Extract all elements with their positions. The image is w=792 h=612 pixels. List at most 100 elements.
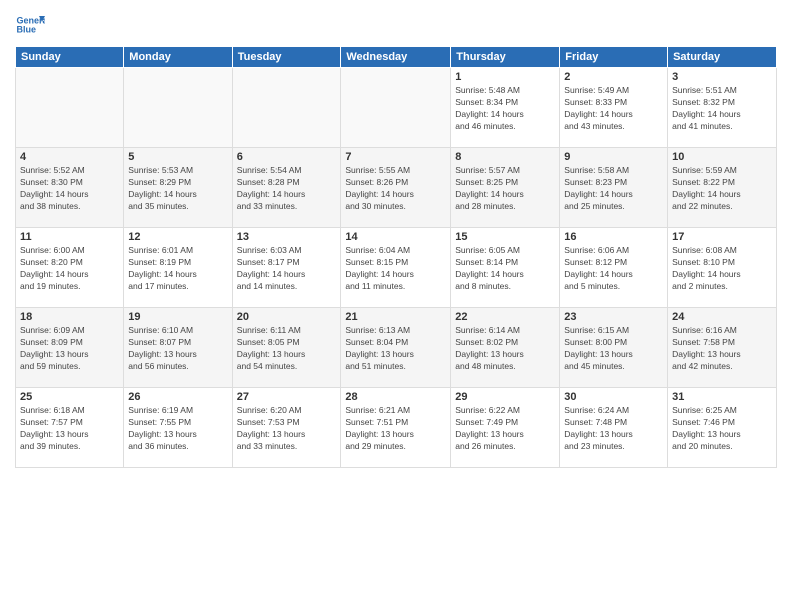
day-info: Sunrise: 6:08 AMSunset: 8:10 PMDaylight:…	[672, 245, 772, 293]
day-info: Sunrise: 6:20 AMSunset: 7:53 PMDaylight:…	[237, 405, 337, 453]
calendar-cell: 23 Sunrise: 6:15 AMSunset: 8:00 PMDayligh…	[560, 308, 668, 388]
day-number: 19	[128, 311, 227, 323]
calendar-week-row: 18 Sunrise: 6:09 AMSunset: 8:09 PMDayligh…	[16, 308, 777, 388]
day-info: Sunrise: 5:49 AMSunset: 8:33 PMDaylight:…	[564, 85, 663, 133]
calendar-cell: 16 Sunrise: 6:06 AMSunset: 8:12 PMDayligh…	[560, 228, 668, 308]
day-number: 14	[345, 231, 446, 243]
day-number: 28	[345, 391, 446, 403]
day-number: 18	[20, 311, 119, 323]
day-info: Sunrise: 6:16 AMSunset: 7:58 PMDaylight:…	[672, 325, 772, 373]
day-info: Sunrise: 6:09 AMSunset: 8:09 PMDaylight:…	[20, 325, 119, 373]
calendar-header-row: SundayMondayTuesdayWednesdayThursdayFrid…	[16, 47, 777, 68]
day-info: Sunrise: 5:53 AMSunset: 8:29 PMDaylight:…	[128, 165, 227, 213]
page: General Blue SundayMondayTuesdayWednesda…	[0, 0, 792, 612]
day-number: 6	[237, 151, 337, 163]
day-number: 2	[564, 71, 663, 83]
calendar-cell: 28 Sunrise: 6:21 AMSunset: 7:51 PMDayligh…	[341, 388, 451, 468]
day-info: Sunrise: 6:10 AMSunset: 8:07 PMDaylight:…	[128, 325, 227, 373]
calendar-cell: 22Sunrise: 6:14 AMSunset: 8:02 PMDayligh…	[451, 308, 560, 388]
day-number: 24	[672, 311, 772, 323]
calendar-cell	[232, 68, 341, 148]
calendar-cell: 11 Sunrise: 6:00 AMSunset: 8:20 PMDayligh…	[16, 228, 124, 308]
calendar-cell: 1 Sunrise: 5:48 AMSunset: 8:34 PMDaylight…	[451, 68, 560, 148]
calendar-cell: 27 Sunrise: 6:20 AMSunset: 7:53 PMDayligh…	[232, 388, 341, 468]
day-number: 11	[20, 231, 119, 243]
calendar-cell: 17 Sunrise: 6:08 AMSunset: 8:10 PMDayligh…	[668, 228, 777, 308]
day-number: 16	[564, 231, 663, 243]
calendar-header-saturday: Saturday	[668, 47, 777, 68]
calendar-cell: 19 Sunrise: 6:10 AMSunset: 8:07 PMDayligh…	[124, 308, 232, 388]
day-number: 10	[672, 151, 772, 163]
calendar-week-row: 4Sunrise: 5:52 AMSunset: 8:30 PMDaylight…	[16, 148, 777, 228]
calendar-cell: 3 Sunrise: 5:51 AMSunset: 8:32 PMDaylight…	[668, 68, 777, 148]
calendar-cell: 31 Sunrise: 6:25 AMSunset: 7:46 PMDayligh…	[668, 388, 777, 468]
calendar-cell: 4Sunrise: 5:52 AMSunset: 8:30 PMDaylight…	[16, 148, 124, 228]
calendar-header-thursday: Thursday	[451, 47, 560, 68]
calendar-cell: 9 Sunrise: 5:58 AMSunset: 8:23 PMDaylight…	[560, 148, 668, 228]
day-number: 13	[237, 231, 337, 243]
day-info: Sunrise: 6:06 AMSunset: 8:12 PMDaylight:…	[564, 245, 663, 293]
day-number: 9	[564, 151, 663, 163]
day-number: 15	[455, 231, 555, 243]
day-number: 30	[564, 391, 663, 403]
calendar-cell: 7Sunrise: 5:55 AMSunset: 8:26 PMDaylight…	[341, 148, 451, 228]
calendar-header-tuesday: Tuesday	[232, 47, 341, 68]
calendar-cell: 21Sunrise: 6:13 AMSunset: 8:04 PMDayligh…	[341, 308, 451, 388]
day-number: 22	[455, 311, 555, 323]
calendar-cell: 2 Sunrise: 5:49 AMSunset: 8:33 PMDaylight…	[560, 68, 668, 148]
day-info: Sunrise: 6:11 AMSunset: 8:05 PMDaylight:…	[237, 325, 337, 373]
calendar-week-row: 11 Sunrise: 6:00 AMSunset: 8:20 PMDayligh…	[16, 228, 777, 308]
calendar-week-row: 1 Sunrise: 5:48 AMSunset: 8:34 PMDaylight…	[16, 68, 777, 148]
day-number: 27	[237, 391, 337, 403]
calendar-cell: 24 Sunrise: 6:16 AMSunset: 7:58 PMDayligh…	[668, 308, 777, 388]
calendar-cell: 14 Sunrise: 6:04 AMSunset: 8:15 PMDayligh…	[341, 228, 451, 308]
day-info: Sunrise: 5:48 AMSunset: 8:34 PMDaylight:…	[455, 85, 555, 133]
day-number: 23	[564, 311, 663, 323]
day-info: Sunrise: 6:24 AMSunset: 7:48 PMDaylight:…	[564, 405, 663, 453]
calendar-cell: 5 Sunrise: 5:53 AMSunset: 8:29 PMDaylight…	[124, 148, 232, 228]
day-info: Sunrise: 6:22 AMSunset: 7:49 PMDaylight:…	[455, 405, 555, 453]
day-number: 3	[672, 71, 772, 83]
day-info: Sunrise: 5:59 AMSunset: 8:22 PMDaylight:…	[672, 165, 772, 213]
day-info: Sunrise: 5:51 AMSunset: 8:32 PMDaylight:…	[672, 85, 772, 133]
day-number: 1	[455, 71, 555, 83]
day-info: Sunrise: 6:00 AMSunset: 8:20 PMDaylight:…	[20, 245, 119, 293]
calendar-cell: 30 Sunrise: 6:24 AMSunset: 7:48 PMDayligh…	[560, 388, 668, 468]
calendar: SundayMondayTuesdayWednesdayThursdayFrid…	[15, 46, 777, 468]
calendar-cell: 13 Sunrise: 6:03 AMSunset: 8:17 PMDayligh…	[232, 228, 341, 308]
day-number: 17	[672, 231, 772, 243]
calendar-cell	[341, 68, 451, 148]
day-number: 25	[20, 391, 119, 403]
day-info: Sunrise: 6:01 AMSunset: 8:19 PMDaylight:…	[128, 245, 227, 293]
day-number: 12	[128, 231, 227, 243]
day-info: Sunrise: 6:19 AMSunset: 7:55 PMDaylight:…	[128, 405, 227, 453]
logo: General Blue	[15, 10, 45, 40]
day-number: 31	[672, 391, 772, 403]
calendar-header-friday: Friday	[560, 47, 668, 68]
calendar-cell: 25 Sunrise: 6:18 AMSunset: 7:57 PMDayligh…	[16, 388, 124, 468]
day-number: 5	[128, 151, 227, 163]
calendar-cell: 20Sunrise: 6:11 AMSunset: 8:05 PMDayligh…	[232, 308, 341, 388]
day-number: 26	[128, 391, 227, 403]
day-number: 29	[455, 391, 555, 403]
day-info: Sunrise: 6:25 AMSunset: 7:46 PMDaylight:…	[672, 405, 772, 453]
day-info: Sunrise: 6:03 AMSunset: 8:17 PMDaylight:…	[237, 245, 337, 293]
day-number: 8	[455, 151, 555, 163]
calendar-week-row: 25 Sunrise: 6:18 AMSunset: 7:57 PMDayligh…	[16, 388, 777, 468]
day-info: Sunrise: 6:21 AMSunset: 7:51 PMDaylight:…	[345, 405, 446, 453]
header: General Blue	[15, 10, 777, 40]
day-info: Sunrise: 6:04 AMSunset: 8:15 PMDaylight:…	[345, 245, 446, 293]
calendar-header-monday: Monday	[124, 47, 232, 68]
calendar-cell: 6Sunrise: 5:54 AMSunset: 8:28 PMDaylight…	[232, 148, 341, 228]
logo-icon: General Blue	[15, 10, 45, 40]
day-number: 21	[345, 311, 446, 323]
calendar-header-sunday: Sunday	[16, 47, 124, 68]
day-info: Sunrise: 6:18 AMSunset: 7:57 PMDaylight:…	[20, 405, 119, 453]
calendar-cell	[16, 68, 124, 148]
day-info: Sunrise: 5:58 AMSunset: 8:23 PMDaylight:…	[564, 165, 663, 213]
day-info: Sunrise: 6:15 AMSunset: 8:00 PMDaylight:…	[564, 325, 663, 373]
day-number: 7	[345, 151, 446, 163]
svg-text:Blue: Blue	[17, 25, 37, 35]
calendar-cell	[124, 68, 232, 148]
calendar-cell: 10 Sunrise: 5:59 AMSunset: 8:22 PMDayligh…	[668, 148, 777, 228]
